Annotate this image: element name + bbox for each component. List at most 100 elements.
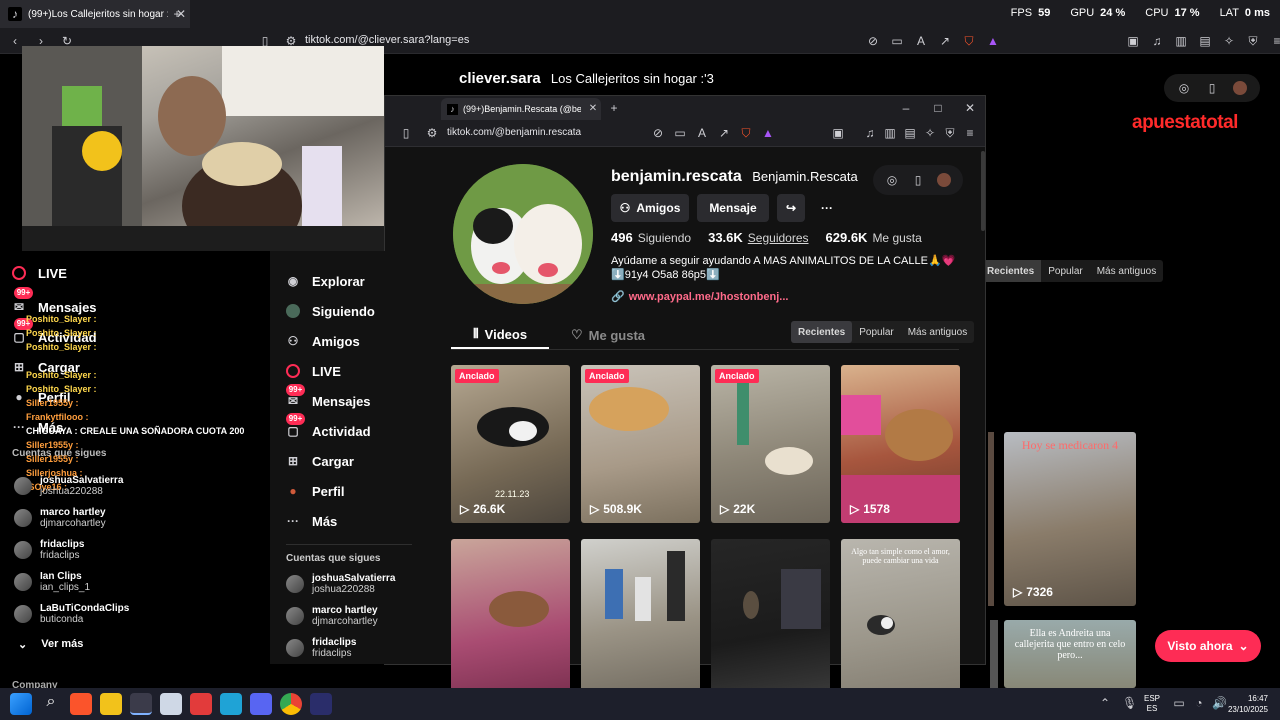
outer-following-item[interactable]: marco hartley djmarcohartley <box>14 502 254 534</box>
video-thumb[interactable] <box>451 539 570 697</box>
share-icon[interactable]: ↗ <box>938 34 952 48</box>
outer-video-thumb-1[interactable]: Hoy se medicaron 4 ▷ 7326 <box>1004 432 1136 606</box>
video-thumb[interactable]: Anclado ▷ 508.9K <box>581 365 700 523</box>
display-icon[interactable]: ▭ <box>1172 696 1186 710</box>
sidebar-icon[interactable]: ▥ <box>1174 34 1188 48</box>
cast-icon[interactable]: ▭ <box>673 126 687 140</box>
nav-friends[interactable]: ⚇ Amigos <box>286 326 436 356</box>
share-button[interactable]: ↪ <box>777 194 805 222</box>
screenshot-icon[interactable]: ▣ <box>1126 34 1140 48</box>
maximize-icon[interactable]: □ <box>931 101 945 115</box>
vpn-icon[interactable]: ⛨ <box>1246 34 1260 48</box>
outer-filter-popular[interactable]: Popular <box>1041 260 1089 282</box>
chrome-icon[interactable] <box>280 693 302 715</box>
outer-video-thumb-2[interactable]: Ella es Andreita una callejerita que ent… <box>1004 620 1136 688</box>
tab-videos[interactable]: ⦀ Videos <box>451 321 549 349</box>
video-thumb[interactable] <box>711 539 830 697</box>
scrollbar[interactable] <box>981 151 985 231</box>
brave-shield-icon[interactable]: ⛉ <box>962 34 976 48</box>
outer-nav-live[interactable]: LIVE <box>12 258 272 288</box>
outer-following-item[interactable]: joshuaSalvatierra joshua220288 <box>14 470 254 502</box>
translate-icon[interactable]: A <box>695 126 709 140</box>
nav-messages[interactable]: ✉ Mensajes <box>286 386 436 416</box>
start-icon[interactable] <box>10 693 32 715</box>
vpn-icon[interactable]: ⛨ <box>943 126 957 140</box>
file-explorer-icon[interactable] <box>100 693 122 715</box>
brave-rewards-icon[interactable]: ▲ <box>761 126 775 140</box>
ai-icon[interactable]: ✧ <box>1222 34 1236 48</box>
sidebar-icon[interactable]: ▥ <box>883 126 897 140</box>
close-window-icon[interactable]: ✕ <box>963 101 977 115</box>
no-translate-icon[interactable]: ⊘ <box>866 34 880 48</box>
clock[interactable]: 16:47 23/10/2025 <box>1224 693 1268 715</box>
brave-icon[interactable] <box>70 693 92 715</box>
outer-address-bar[interactable]: tiktok.com/@cliever.sara?lang=es <box>305 34 469 46</box>
video-thumb[interactable] <box>581 539 700 697</box>
music-icon[interactable]: ♫ <box>1150 34 1164 48</box>
menu-icon[interactable]: ≡ <box>963 126 977 140</box>
brave-shield-icon[interactable]: ⛉ <box>739 126 753 140</box>
nav-more[interactable]: ··· Más <box>286 506 436 536</box>
outer-following-item[interactable]: fridaclips fridaclips <box>14 534 254 566</box>
outer-following-item[interactable]: Ian Clips ian_clips_1 <box>14 566 254 598</box>
obs-icon[interactable] <box>130 693 152 715</box>
see-more-button[interactable]: ⌄ Ver más <box>18 630 254 658</box>
nav-profile[interactable]: ● Perfil <box>286 476 436 506</box>
avatar[interactable] <box>937 173 951 187</box>
filter-recent[interactable]: Recientes <box>791 321 853 343</box>
outer-filter-recent[interactable]: Recientes <box>980 260 1042 282</box>
discord-icon[interactable] <box>250 693 272 715</box>
close-tab-icon[interactable]: ✕ <box>586 102 600 116</box>
profile-link[interactable]: 🔗 www.paypal.me/Jhostonbenj... <box>611 290 788 304</box>
music-icon[interactable]: ♫ <box>863 126 877 140</box>
video-thumb[interactable]: Algo tan simple como el amor, puede camb… <box>841 539 960 697</box>
friends-button[interactable]: ⚇ Amigos <box>611 194 689 222</box>
app-icon[interactable] <box>160 693 182 715</box>
profile-avatar[interactable] <box>453 164 593 304</box>
notepad-icon[interactable] <box>220 693 242 715</box>
video-app-icon[interactable] <box>190 693 212 715</box>
brave-rewards-icon[interactable]: ▲ <box>986 34 1000 48</box>
video-thumb[interactable]: ▷ 1578 <box>841 365 960 523</box>
inner-following-item[interactable]: joshuaSalvatierra joshua220288 <box>286 568 436 600</box>
nav-activity[interactable]: ▢ Actividad <box>286 416 436 446</box>
followers-label[interactable]: Seguidores <box>748 231 809 245</box>
minimize-icon[interactable]: – <box>899 101 913 115</box>
outer-tab[interactable]: ♪ (99+)Los Callejeritos sin hogar :'3 ✕ <box>0 0 190 28</box>
new-tab-icon[interactable]: + <box>607 101 621 115</box>
inner-following-item[interactable]: fridaclips fridaclips <box>286 632 436 664</box>
translate-icon[interactable]: A <box>914 34 928 48</box>
tab-likes[interactable]: ♡ Me gusta <box>571 321 645 349</box>
nav-upload[interactable]: ⊞ Cargar <box>286 446 436 476</box>
ai-icon[interactable]: ✧ <box>923 126 937 140</box>
menu-icon[interactable]: ≡ <box>1270 34 1280 48</box>
following-label[interactable]: Siguiendo <box>638 231 691 245</box>
bookmark-icon[interactable]: ▯ <box>399 126 413 140</box>
wallet-icon[interactable]: ▤ <box>903 126 917 140</box>
mic-icon[interactable]: 🎙 <box>1122 696 1137 710</box>
video-thumb[interactable]: Anclado 22.11.23 ▷ 26.6K <box>451 365 570 523</box>
screenshot-icon[interactable]: ▣ <box>831 126 845 140</box>
visto-ahora-button[interactable]: Visto ahora ⌄ <box>1155 630 1261 662</box>
language-indicator[interactable]: ESP ES <box>1144 694 1160 714</box>
outer-following-item[interactable]: LaBuTiCondaClips buticonda <box>14 598 254 630</box>
app-icon-2[interactable] <box>310 693 332 715</box>
chevron-up-icon[interactable]: ⌃ <box>1098 696 1112 710</box>
coin-icon[interactable]: ◎ <box>885 173 899 187</box>
avatar[interactable] <box>1233 81 1247 95</box>
filter-popular[interactable]: Popular <box>852 321 900 343</box>
site-info-icon[interactable]: ⚙ <box>425 126 439 140</box>
nav-following[interactable]: Siguiendo <box>286 296 436 326</box>
filter-oldest[interactable]: Más antiguos <box>901 321 974 343</box>
share-icon[interactable]: ↗ <box>717 126 731 140</box>
cast-icon[interactable]: ▭ <box>890 34 904 48</box>
new-tab-icon[interactable]: + <box>170 7 184 21</box>
network-icon[interactable]: ◔ <box>1192 696 1206 710</box>
inner-tab[interactable]: ♪ (99+)Benjamin.Rescata (@benja ✕ <box>441 98 601 120</box>
no-translate-icon[interactable]: ⊘ <box>651 126 665 140</box>
back-icon[interactable]: ‹ <box>8 34 22 48</box>
device-icon[interactable]: ▯ <box>911 173 925 187</box>
nav-explore[interactable]: ◉ Explorar <box>286 266 436 296</box>
message-button[interactable]: Mensaje <box>697 194 769 222</box>
coin-icon[interactable]: ◎ <box>1177 81 1191 95</box>
